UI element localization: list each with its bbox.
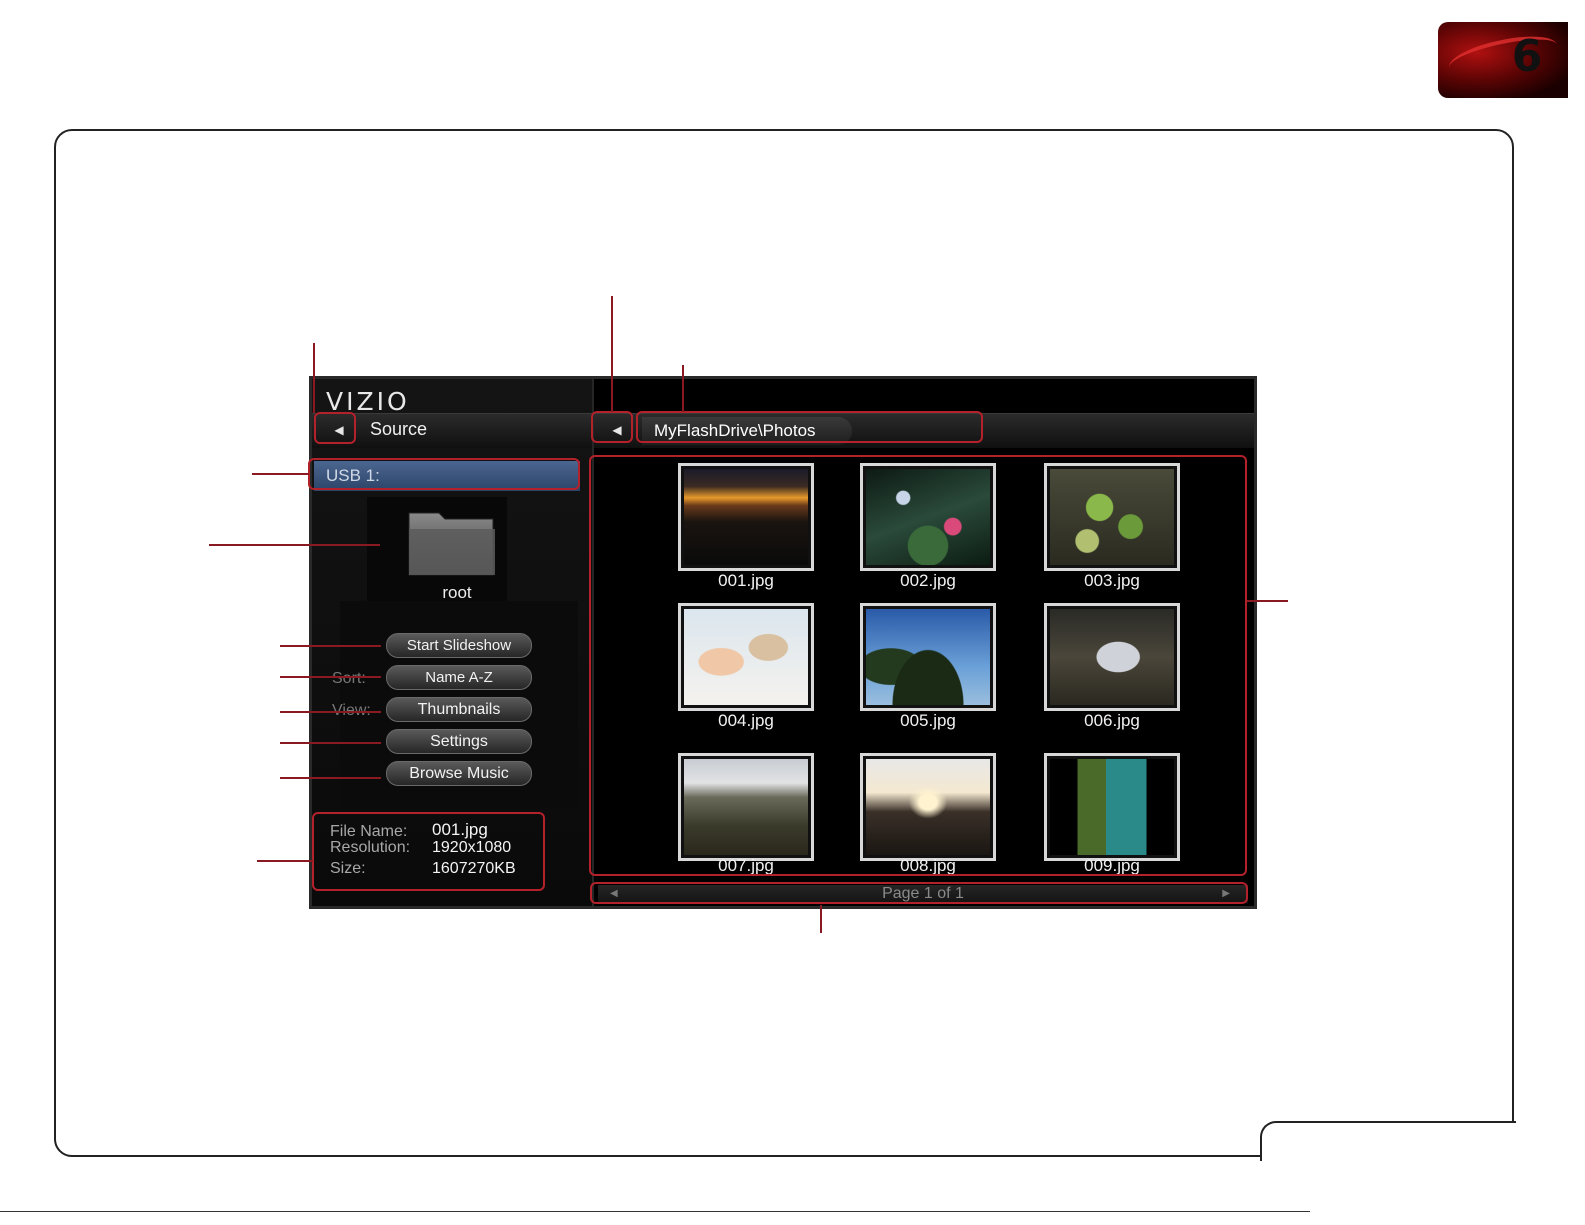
callout-box-page xyxy=(590,882,1248,904)
folder-tile-root[interactable]: root xyxy=(367,497,507,607)
leader-line xyxy=(820,905,822,933)
folder-label: root xyxy=(442,583,472,602)
footer-rule xyxy=(0,1211,1310,1212)
leader-line xyxy=(280,711,381,713)
chapter-number: 6 xyxy=(1511,31,1543,82)
leader-line xyxy=(313,343,315,413)
frame-notch xyxy=(1260,1121,1516,1161)
callout-box-source-back xyxy=(314,412,356,444)
leader-line xyxy=(209,544,380,546)
callout-box-usb xyxy=(308,458,580,490)
leader-line xyxy=(611,296,613,412)
chapter-badge: 6 xyxy=(1438,22,1568,98)
leader-line xyxy=(257,860,313,862)
callout-box-file-info xyxy=(312,812,545,891)
callout-box-path xyxy=(636,411,983,443)
leader-line xyxy=(1247,600,1288,602)
settings-button[interactable]: Settings xyxy=(386,729,532,754)
source-label: Source xyxy=(370,419,428,439)
leader-line xyxy=(252,473,309,475)
callout-box-path-back xyxy=(591,411,633,443)
leader-line xyxy=(280,742,381,744)
sort-label: Sort: xyxy=(332,670,366,687)
view-button[interactable]: Thumbnails xyxy=(386,697,532,722)
callout-box-thumbnails xyxy=(589,455,1247,876)
leader-line xyxy=(280,777,381,779)
folder-icon xyxy=(408,512,495,576)
leader-line xyxy=(280,645,381,647)
leader-line xyxy=(682,365,684,412)
leader-line xyxy=(280,676,381,678)
start-slideshow-button[interactable]: Start Slideshow xyxy=(386,633,532,658)
browse-music-button[interactable]: Browse Music xyxy=(386,761,532,786)
sort-button[interactable]: Name A-Z xyxy=(386,665,532,690)
